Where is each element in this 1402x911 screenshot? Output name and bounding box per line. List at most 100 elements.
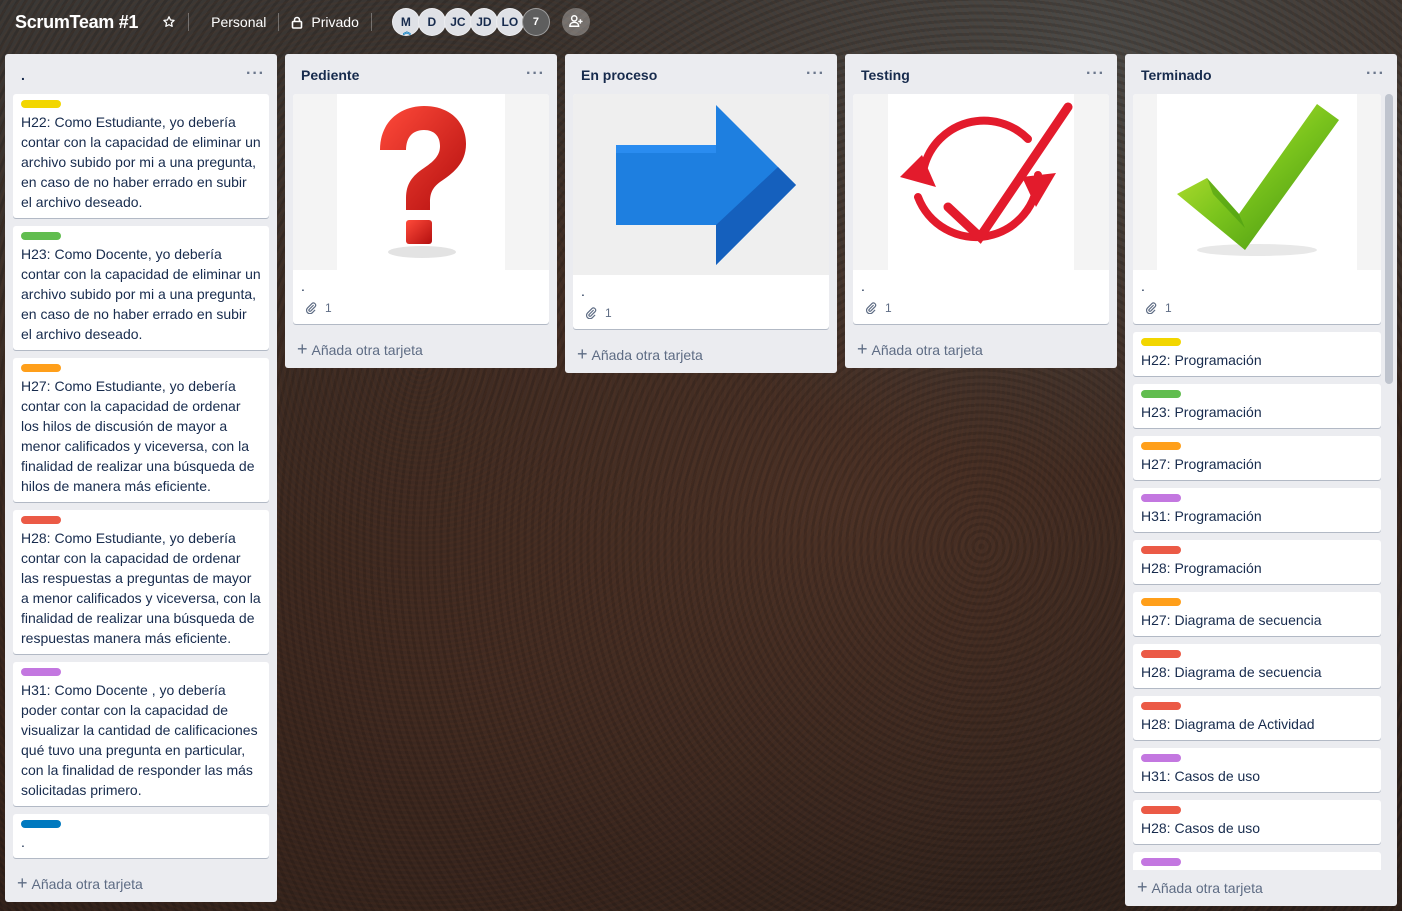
card[interactable]: H23: Programación [1133, 384, 1381, 428]
card-label [1141, 702, 1181, 710]
add-card-label: Añada otra tarjeta [871, 342, 983, 358]
header-divider [370, 13, 372, 31]
visibility-button[interactable]: Privado [285, 6, 364, 38]
card[interactable]: H27: Programación [1133, 436, 1381, 480]
avatar[interactable]: LO [495, 8, 524, 36]
card[interactable]: H27: Diagrama de secuencia [1133, 592, 1381, 636]
list-title[interactable]: Pediente [301, 67, 359, 83]
card-label [1141, 494, 1181, 502]
list-backlog: . ··· H22: Como Estudiante, yo debería c… [5, 54, 277, 902]
card[interactable]: H23: Como Docente, yo debería contar con… [13, 226, 269, 350]
cover-card[interactable]: . 1 [293, 94, 549, 324]
card-title: . [21, 834, 25, 850]
card[interactable]: H28: Casos de uso [1133, 800, 1381, 844]
card-label [21, 516, 61, 524]
avatar[interactable]: D [417, 8, 446, 36]
list-menu-icon[interactable]: ··· [806, 65, 825, 83]
star-icon[interactable] [156, 6, 182, 38]
list-menu-icon[interactable]: ··· [1086, 65, 1105, 83]
attachment-badge: 1 [581, 303, 821, 323]
list-scrollbar[interactable] [1385, 94, 1393, 384]
attachment-badge: 1 [861, 298, 1101, 318]
card-title: H28: Diagrama de secuencia [1141, 664, 1322, 680]
attachment-count: 1 [325, 301, 332, 315]
invite-member-button[interactable] [561, 8, 590, 36]
card[interactable]: H28: Como Estudiante, yo debería contar … [13, 510, 269, 654]
list-title[interactable]: Terminado [1141, 67, 1212, 83]
list-header: . ··· [5, 54, 277, 94]
attachment-count: 1 [1165, 301, 1172, 315]
card[interactable]: H31: Como Docente , yo debería poder con… [13, 662, 269, 806]
card-title: H27: Programación [1141, 456, 1262, 472]
card-label [1141, 338, 1181, 346]
card[interactable]: H28: Programación [1133, 540, 1381, 584]
card-label [1141, 598, 1181, 606]
cover-card[interactable]: . 1 [853, 94, 1109, 324]
plus-icon: + [857, 338, 868, 359]
refresh-check-icon [888, 94, 1074, 270]
card-title: . [301, 278, 305, 294]
add-card-button[interactable]: + Añada otra tarjeta [5, 866, 277, 902]
card-label [21, 364, 61, 372]
card[interactable]: H22: Como Estudiante, yo debería contar … [13, 94, 269, 218]
list-done: Terminado ··· . 1 H22: Programación H23:… [1125, 54, 1397, 906]
card-title: . [1141, 278, 1145, 294]
cover-card[interactable]: . 1 [573, 94, 829, 329]
board-title[interactable]: ScrumTeam #1 [15, 12, 138, 33]
card[interactable]: H27: Como Estudiante, yo debería contar … [13, 358, 269, 502]
card[interactable]: H28: Diagrama de secuencia [1133, 644, 1381, 688]
list-in-progress: En proceso ··· . 1 + Añada otra tarjeta [565, 54, 837, 373]
admin-chevron-icon: ︽ [402, 27, 411, 36]
card[interactable]: H31: Casos de uso [1133, 748, 1381, 792]
card-label [1141, 546, 1181, 554]
list-title[interactable]: En proceso [581, 67, 657, 83]
card[interactable]: H28: Diagrama de Actividad [1133, 696, 1381, 740]
cover-card[interactable]: . 1 [1133, 94, 1381, 324]
card-title: H31: Casos de uso [1141, 768, 1261, 784]
add-card-button[interactable]: + Añada otra tarjeta [285, 332, 557, 368]
paperclip-icon [865, 302, 877, 314]
card-title: . [581, 283, 585, 299]
add-card-label: Añada otra tarjeta [311, 342, 423, 358]
card-label [1141, 442, 1181, 450]
card-title: H28: Programación [1141, 560, 1262, 576]
card-label [21, 232, 61, 240]
right-arrow-icon [616, 104, 796, 265]
paperclip-icon [1145, 302, 1157, 314]
add-card-button[interactable]: + Añada otra tarjeta [845, 332, 1117, 368]
card-title: H31: Programación [1141, 508, 1262, 524]
list-menu-icon[interactable]: ··· [526, 65, 545, 83]
list-menu-icon[interactable]: ··· [1366, 65, 1385, 83]
list-header: En proceso ··· [565, 54, 837, 94]
card-title: . [861, 278, 865, 294]
avatar[interactable]: M ︽ [391, 8, 420, 36]
avatar[interactable]: JD [469, 8, 498, 36]
add-card-button[interactable]: + Añada otra tarjeta [565, 337, 837, 373]
add-user-icon [569, 14, 583, 31]
workspace-button[interactable]: Personal [205, 6, 272, 38]
plus-icon: + [297, 338, 308, 359]
card[interactable]: . [13, 814, 269, 858]
members-overflow-count[interactable]: 7 [521, 8, 550, 36]
avatar[interactable]: JC [443, 8, 472, 36]
list-menu-icon[interactable]: ··· [246, 65, 265, 83]
card[interactable] [1133, 852, 1381, 870]
list-header: Testing ··· [845, 54, 1117, 94]
card-label [1141, 390, 1181, 398]
list-header: Pediente ··· [285, 54, 557, 94]
attachment-badge: 1 [1141, 298, 1373, 318]
card-title: H31: Como Docente , yo debería poder con… [21, 682, 258, 798]
list-title[interactable]: Testing [861, 67, 910, 83]
visibility-label: Privado [311, 14, 359, 30]
card[interactable]: H22: Programación [1133, 332, 1381, 376]
card[interactable]: H31: Programación [1133, 488, 1381, 532]
list-pending: Pediente ··· . 1 + Añada otra tarjeta [285, 54, 557, 368]
add-card-button[interactable]: + Añada otra tarjeta [1125, 870, 1397, 906]
card-label [1141, 806, 1181, 814]
card-cover [853, 94, 1109, 270]
card-title: H27: Como Estudiante, yo debería contar … [21, 378, 255, 494]
list-title[interactable]: . [21, 67, 25, 83]
plus-icon: + [17, 872, 28, 893]
card-label [21, 668, 61, 676]
add-card-label: Añada otra tarjeta [1151, 880, 1263, 896]
